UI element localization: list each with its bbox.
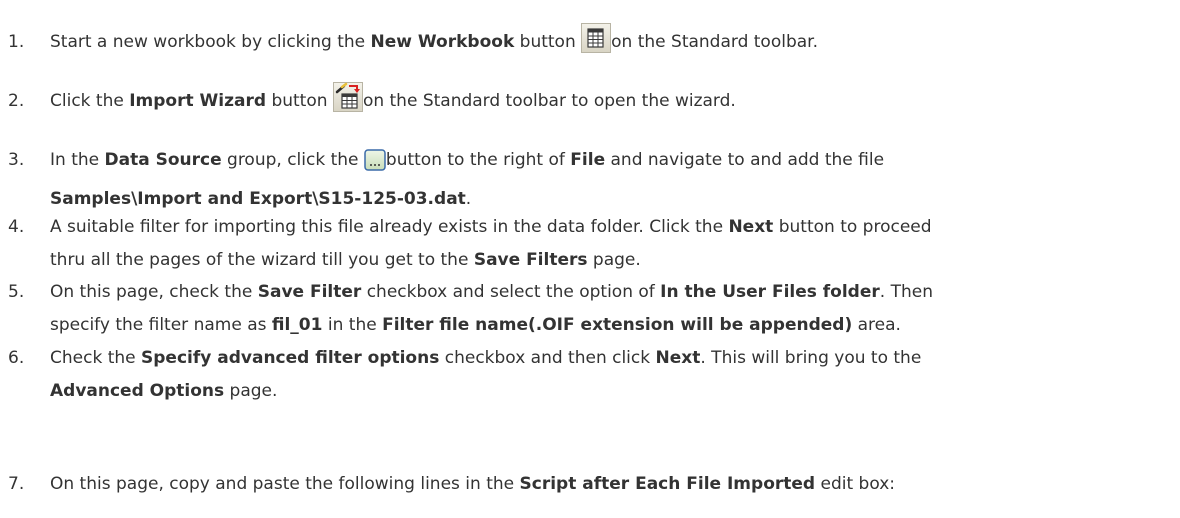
step-number: 6. bbox=[8, 348, 25, 368]
step-text: Start a new workbook by clicking the bbox=[50, 32, 371, 52]
step-text: . Then bbox=[879, 282, 933, 302]
step-continuation: Advanced Options page. bbox=[8, 375, 1168, 408]
step-number: 2. bbox=[8, 91, 25, 111]
ui-term-import-wizard: Import Wizard bbox=[129, 91, 267, 111]
step-text: checkbox and select the option of bbox=[361, 282, 661, 302]
step-text: and navigate to and add the file bbox=[605, 150, 885, 170]
step-number: 7. bbox=[8, 474, 25, 494]
step-text: group, click the bbox=[221, 150, 364, 170]
import-wizard-icon bbox=[332, 82, 363, 124]
step-text: button bbox=[514, 32, 582, 52]
step-text: on the Standard toolbar to open the wiza… bbox=[362, 91, 736, 111]
step-text: page. bbox=[587, 250, 641, 270]
ui-term-save-filters: Save Filters bbox=[473, 250, 588, 270]
step-2: 2. Click the Import Wizard button on the … bbox=[8, 82, 1168, 124]
ui-term-next: Next bbox=[728, 217, 774, 237]
file-path: Samples\Import and Export\S15-125-03.dat bbox=[50, 189, 466, 209]
step-text: on the Standard toolbar. bbox=[611, 32, 818, 52]
step-continuation: thru all the pages of the wizard till yo… bbox=[8, 244, 1168, 277]
ui-term-file: File bbox=[570, 150, 606, 170]
step-6: 6. Check the Specify advanced filter opti… bbox=[8, 342, 1168, 408]
step-number: 3. bbox=[8, 150, 25, 170]
step-text: area. bbox=[852, 315, 901, 335]
step-text: checkbox and then click bbox=[439, 348, 656, 368]
step-text: button bbox=[266, 91, 333, 111]
ui-term-advanced-filter-options: Specify advanced filter options bbox=[141, 348, 440, 368]
ui-term-advanced-options: Advanced Options bbox=[50, 381, 225, 401]
step-text: edit box: bbox=[815, 474, 895, 494]
ui-term-script-after-import: Script after Each File Imported bbox=[519, 474, 816, 494]
step-4: 4. A suitable filter for importing this f… bbox=[8, 211, 1168, 277]
filter-name: fil_01 bbox=[271, 315, 323, 335]
step-text: button to the right of bbox=[385, 150, 571, 170]
step-1: 1. Start a new workbook by clicking the N… bbox=[8, 23, 1168, 65]
ui-term-next: Next bbox=[655, 348, 701, 368]
step-text: A suitable filter for importing this fil… bbox=[50, 217, 729, 237]
step-text: button to proceed bbox=[773, 217, 932, 237]
ui-term-new-workbook: New Workbook bbox=[370, 32, 515, 52]
instruction-list: 1. Start a new workbook by clicking the N… bbox=[0, 0, 1180, 518]
step-number: 1. bbox=[8, 32, 25, 52]
browse-button-icon bbox=[364, 149, 386, 183]
step-text: specify the filter name as bbox=[50, 315, 272, 335]
step-text: In the bbox=[50, 150, 105, 170]
step-continuation: specify the filter name as fil_01 in the… bbox=[8, 309, 1168, 342]
step-text: Click the bbox=[50, 91, 130, 111]
step-text: in the bbox=[322, 315, 383, 335]
step-7: 7. On this page, copy and paste the follo… bbox=[8, 468, 1168, 501]
step-text: On this page, copy and paste the followi… bbox=[50, 474, 520, 494]
step-text: thru all the pages of the wizard till yo… bbox=[50, 250, 474, 270]
step-text: page. bbox=[224, 381, 278, 401]
step-text: On this page, check the bbox=[50, 282, 258, 302]
step-text: . bbox=[465, 189, 472, 209]
ui-term-filter-file-name: Filter file name(.OIF extension will be … bbox=[382, 315, 853, 335]
step-5: 5. On this page, check the Save Filter ch… bbox=[8, 276, 1168, 342]
step-3: 3. In the Data Source group, click the bu… bbox=[8, 144, 1168, 216]
step-number: 5. bbox=[8, 282, 25, 302]
ui-term-user-files-folder: In the User Files folder bbox=[660, 282, 880, 302]
ui-term-data-source: Data Source bbox=[104, 150, 222, 170]
new-workbook-icon bbox=[581, 23, 612, 65]
step-text: . This will bring you to the bbox=[700, 348, 922, 368]
step-number: 4. bbox=[8, 217, 25, 237]
step-text: Check the bbox=[50, 348, 142, 368]
ui-term-save-filter: Save Filter bbox=[257, 282, 362, 302]
